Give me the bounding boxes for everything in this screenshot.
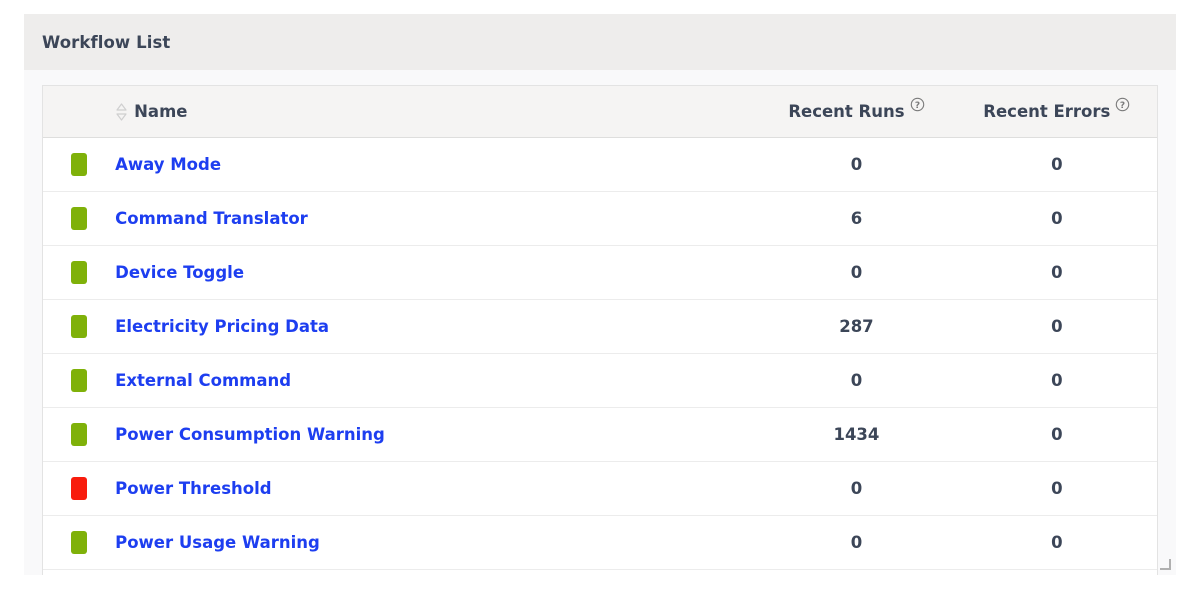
workflow-link[interactable]: Power Consumption Warning xyxy=(115,425,385,444)
table-row[interactable]: Device Toggle 0 0 xyxy=(43,245,1157,300)
recent-errors-cell: 0 xyxy=(956,137,1157,192)
name-cell: Command Translator xyxy=(115,191,757,246)
name-cell: Power Consumption Warning xyxy=(115,407,757,462)
help-circle-icon[interactable]: ? xyxy=(1115,97,1130,112)
column-header-recent-errors[interactable]: Recent Errors ? xyxy=(956,86,1157,138)
table-row[interactable]: Command Translator 6 0 xyxy=(43,191,1157,246)
status-badge xyxy=(71,369,88,392)
recent-runs-cell: 0 xyxy=(756,137,957,192)
status-badge xyxy=(71,531,88,554)
recent-runs-cell: 6 xyxy=(756,191,957,246)
workflow-table-scroll-area[interactable]: Name Recent Runs ? Recent Errors ? Away … xyxy=(42,85,1158,575)
svg-text:?: ? xyxy=(914,101,919,111)
status-cell xyxy=(43,461,116,516)
table-body: Away Mode 0 0 Command Translator 6 0 Device To… xyxy=(43,137,1157,570)
workflow-link[interactable]: Electricity Pricing Data xyxy=(115,317,329,336)
recent-runs-cell: 0 xyxy=(756,353,957,408)
recent-runs-cell: 1434 xyxy=(756,407,957,462)
workflow-link[interactable]: External Command xyxy=(115,371,291,390)
workflow-link[interactable]: Power Threshold xyxy=(115,479,271,498)
workflow-link[interactable]: Away Mode xyxy=(115,155,221,174)
name-cell: Power Threshold xyxy=(115,461,757,516)
status-badge xyxy=(71,423,88,446)
status-cell xyxy=(43,137,116,192)
column-header-status xyxy=(43,86,116,138)
status-cell xyxy=(43,515,116,570)
status-badge xyxy=(71,261,88,284)
status-cell xyxy=(43,191,116,246)
column-header-name[interactable]: Name xyxy=(115,86,757,138)
sort-updown-icon[interactable] xyxy=(115,102,128,122)
column-header-recent-runs-label: Recent Runs xyxy=(788,102,905,121)
status-badge xyxy=(71,207,88,230)
workflow-link[interactable]: Power Usage Warning xyxy=(115,533,320,552)
column-header-name-label: Name xyxy=(134,102,188,121)
table-row[interactable]: Power Threshold 0 0 xyxy=(43,461,1157,516)
status-badge xyxy=(71,153,88,176)
recent-runs-cell: 0 xyxy=(756,515,957,570)
table-row[interactable]: Away Mode 0 0 xyxy=(43,137,1157,192)
recent-runs-cell: 287 xyxy=(756,299,957,354)
workflow-table: Name Recent Runs ? Recent Errors ? Away … xyxy=(43,86,1157,570)
recent-errors-cell: 0 xyxy=(956,353,1157,408)
table-row[interactable]: Electricity Pricing Data 287 0 xyxy=(43,299,1157,354)
table-row[interactable]: Power Consumption Warning 1434 0 xyxy=(43,407,1157,462)
name-cell: Device Toggle xyxy=(115,245,757,300)
recent-errors-cell: 0 xyxy=(956,299,1157,354)
recent-runs-cell: 0 xyxy=(756,461,957,516)
status-cell xyxy=(43,353,116,408)
workflow-link[interactable]: Device Toggle xyxy=(115,263,244,282)
name-cell: Electricity Pricing Data xyxy=(115,299,757,354)
status-cell xyxy=(43,407,116,462)
status-badge xyxy=(71,477,88,500)
workflow-link[interactable]: Command Translator xyxy=(115,209,308,228)
panel-titlebar: Workflow List xyxy=(24,14,1176,70)
column-header-recent-runs[interactable]: Recent Runs ? xyxy=(756,86,957,138)
name-cell: Away Mode xyxy=(115,137,757,192)
recent-errors-cell: 0 xyxy=(956,191,1157,246)
page-title: Workflow List xyxy=(42,32,171,52)
recent-errors-cell: 0 xyxy=(956,461,1157,516)
table-header: Name Recent Runs ? Recent Errors ? xyxy=(43,86,1157,138)
recent-errors-cell: 0 xyxy=(956,515,1157,570)
name-cell: Power Usage Warning xyxy=(115,515,757,570)
recent-errors-cell: 0 xyxy=(956,245,1157,300)
panel-body: Name Recent Runs ? Recent Errors ? Away … xyxy=(24,70,1176,575)
status-cell xyxy=(43,299,116,354)
resize-corner-icon[interactable] xyxy=(1157,557,1171,571)
name-cell: External Command xyxy=(115,353,757,408)
workflow-list-panel: Workflow List Name Recent Runs ? Recent … xyxy=(24,14,1176,575)
table-header-row: Name Recent Runs ? Recent Errors ? xyxy=(43,86,1157,138)
help-circle-icon[interactable]: ? xyxy=(910,97,925,112)
table-row[interactable]: External Command 0 0 xyxy=(43,353,1157,408)
recent-runs-cell: 0 xyxy=(756,245,957,300)
column-header-recent-errors-label: Recent Errors xyxy=(983,102,1111,121)
recent-errors-cell: 0 xyxy=(956,407,1157,462)
table-row[interactable]: Power Usage Warning 0 0 xyxy=(43,515,1157,570)
status-badge xyxy=(71,315,88,338)
status-cell xyxy=(43,245,116,300)
svg-text:?: ? xyxy=(1120,101,1125,111)
